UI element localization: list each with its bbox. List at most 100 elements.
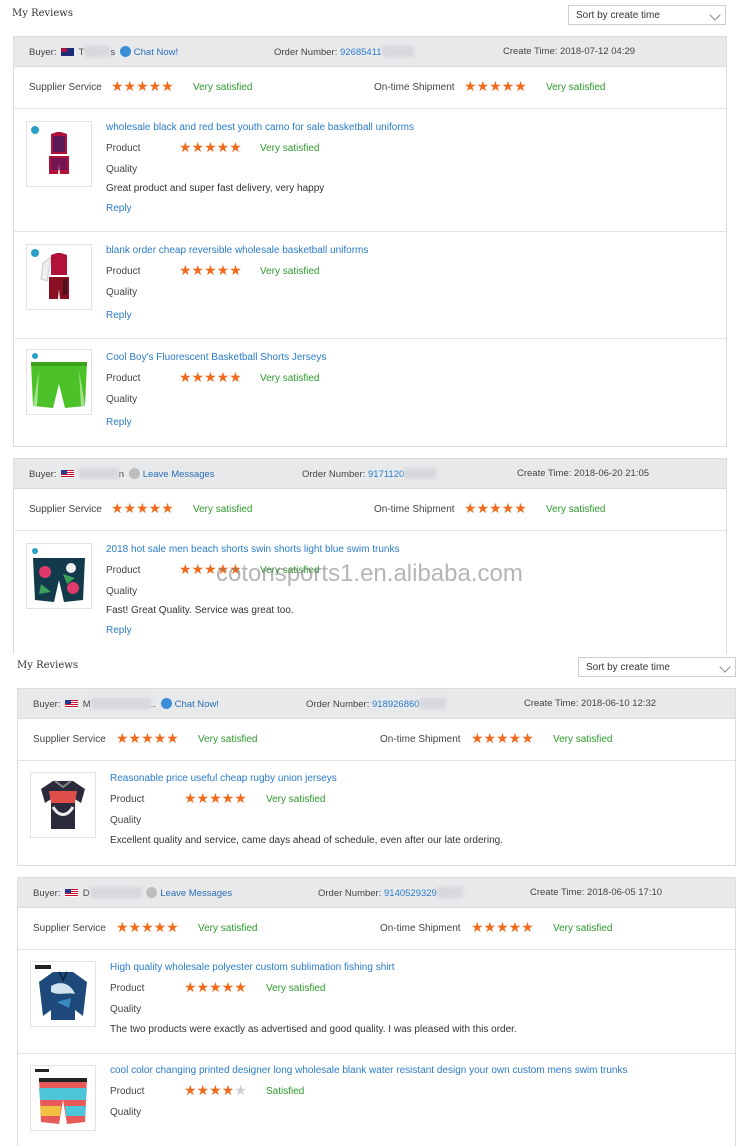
message-icon[interactable]	[146, 887, 158, 898]
order-number-label: Order Number:	[302, 469, 366, 480]
shipment-rating: Very satisfied	[546, 504, 606, 515]
product-label: Product	[110, 1086, 145, 1097]
review-comment: Fast! Great Quality. Service was great t…	[106, 605, 294, 616]
chat-now-link[interactable]: Chat Now!	[134, 47, 178, 58]
shipment-stars: ★★★★★	[464, 500, 527, 516]
quality-label: Quality	[106, 164, 138, 175]
buyer-info: Buyer: M.. Chat Now!	[33, 698, 219, 710]
product-title-link[interactable]: High quality wholesale polyester custom …	[110, 962, 395, 973]
leave-messages-link[interactable]: Leave Messages	[143, 469, 215, 480]
supplier-service-label: Supplier Service	[33, 923, 106, 934]
create-time-label: Create Time:	[530, 887, 585, 898]
product-title-link[interactable]: Reasonable price useful cheap rugby unio…	[110, 773, 337, 784]
sort-select[interactable]: Sort by create time	[568, 5, 726, 25]
reply-link[interactable]: Reply	[106, 625, 132, 636]
order-number-link[interactable]: 9171120	[368, 469, 404, 480]
shipment-rating: Very satisfied	[553, 923, 613, 934]
flag-au-icon	[61, 48, 75, 56]
chevron-down-icon	[719, 661, 731, 673]
product-thumbnail[interactable]	[30, 772, 96, 838]
product-rating: Very satisfied	[260, 373, 320, 384]
product-label: Product	[110, 983, 145, 994]
shipment-stars: ★★★★★	[464, 78, 527, 94]
product-title-link[interactable]: cool color changing printed designer lon…	[110, 1065, 628, 1076]
shipment-label: On-time Shipment	[374, 504, 455, 515]
reply-link[interactable]: Reply	[106, 203, 132, 214]
quality-label: Quality	[106, 586, 138, 597]
product-rating: Very satisfied	[266, 983, 326, 994]
quality-label: Quality	[106, 287, 138, 298]
create-time-value: 2018-06-10 12:32	[581, 698, 657, 709]
order-number-link[interactable]: 918926860	[372, 699, 420, 710]
supplier-service-stars: ★★★★★	[111, 78, 174, 94]
product-rating: Satisfied	[266, 1086, 305, 1097]
product-label: Product	[106, 266, 141, 277]
redacted-name	[78, 468, 119, 479]
reply-link[interactable]: Reply	[106, 310, 132, 321]
sort-select-label: Sort by create time	[586, 662, 670, 673]
product-title-link[interactable]: Cool Boy's Fluorescent Basketball Shorts…	[106, 352, 326, 363]
product-thumbnail[interactable]	[26, 244, 92, 310]
product-thumbnail[interactable]	[30, 961, 96, 1027]
redacted-order	[436, 887, 463, 898]
buyer-name-suffix: ..	[150, 699, 156, 710]
supplier-service-label: Supplier Service	[29, 82, 102, 93]
create-time: Create Time: 2018-06-10 12:32	[524, 698, 656, 709]
order-number: Order Number: 918926860	[306, 698, 446, 710]
chat-icon[interactable]	[160, 698, 172, 709]
service-ratings: Supplier Service ★★★★★ Very satisfied On…	[18, 908, 735, 950]
order-number-link[interactable]: 9140529329	[384, 888, 437, 899]
sort-select[interactable]: Sort by create time	[578, 657, 736, 677]
service-ratings: Supplier Service ★★★★★ Very satisfied On…	[14, 489, 726, 531]
buyer-label: Buyer:	[33, 699, 61, 710]
shipment-label: On-time Shipment	[380, 923, 461, 934]
create-time-value: 2018-06-20 21:05	[574, 468, 650, 479]
buyer-label: Buyer:	[29, 469, 57, 480]
product-label: Product	[106, 373, 141, 384]
create-time-value: 2018-06-05 17:10	[587, 887, 663, 898]
supplier-service-stars: ★★★★★	[111, 500, 174, 516]
order-number-link[interactable]: 92685411	[340, 47, 382, 58]
flag-us-icon	[65, 889, 79, 897]
redacted-name	[89, 887, 142, 898]
order-number: Order Number: 92685411	[274, 46, 414, 58]
product-stars-off: ★	[234, 1082, 247, 1098]
rugby-jersey-image	[41, 780, 85, 829]
product-thumbnail[interactable]	[30, 1065, 96, 1131]
chevron-down-icon	[709, 9, 721, 21]
review-card: Buyer: M.. Chat Now! Order Number: 91892…	[17, 688, 736, 866]
product-stars: ★★★★★	[179, 139, 242, 155]
flag-us-icon	[65, 700, 79, 708]
review-item: blank order cheap reversible wholesale b…	[14, 232, 726, 339]
create-time-label: Create Time:	[524, 698, 579, 709]
order-number: Order Number: 9171120	[302, 468, 437, 480]
product-title-link[interactable]: 2018 hot sale men beach shorts swin shor…	[106, 544, 399, 555]
product-thumbnail[interactable]	[26, 121, 92, 187]
supplier-service-label: Supplier Service	[29, 504, 102, 515]
leave-messages-link[interactable]: Leave Messages	[160, 888, 232, 899]
supplier-service-rating: Very satisfied	[193, 82, 253, 93]
product-thumbnail[interactable]	[26, 543, 92, 609]
buyer-info: Buyer: D Leave Messages	[33, 887, 232, 899]
product-thumbnail[interactable]	[26, 349, 92, 415]
supplier-service-rating: Very satisfied	[193, 504, 253, 515]
review-card: Buyer: n Leave Messages Order Number: 91…	[13, 458, 727, 654]
service-ratings: Supplier Service ★★★★★ Very satisfied On…	[14, 67, 726, 109]
chat-icon[interactable]	[119, 46, 131, 57]
review-item: Cool Boy's Fluorescent Basketball Shorts…	[14, 339, 726, 444]
redacted-order	[419, 698, 446, 709]
product-title-link[interactable]: wholesale black and red best youth camo …	[106, 122, 414, 133]
buyer-name: D	[82, 888, 90, 899]
supplier-service-rating: Very satisfied	[198, 923, 258, 934]
product-title-link[interactable]: blank order cheap reversible wholesale b…	[106, 245, 368, 256]
create-time-value: 2018-07-12 04:29	[560, 46, 636, 57]
quality-label: Quality	[110, 1004, 142, 1015]
buyer-name-suffix: s	[110, 47, 116, 58]
jersey-image	[31, 126, 69, 174]
chat-now-link[interactable]: Chat Now!	[175, 699, 219, 710]
reply-link[interactable]: Reply	[106, 417, 132, 428]
product-stars: ★★★★★	[179, 369, 242, 385]
review-item: cool color changing printed designer lon…	[18, 1054, 735, 1146]
product-stars: ★★★★★	[184, 1083, 247, 1097]
message-icon[interactable]	[128, 468, 140, 479]
